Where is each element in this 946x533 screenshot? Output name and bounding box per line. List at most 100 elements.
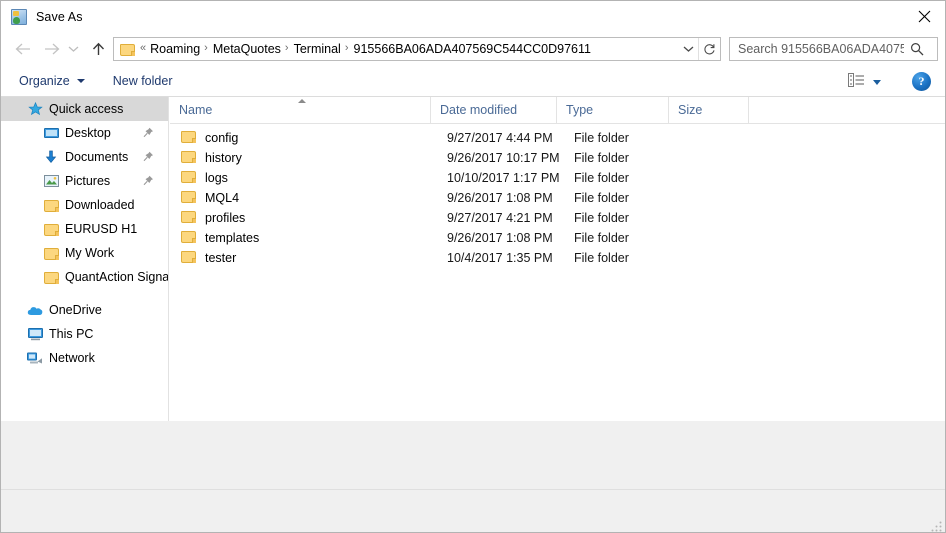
sidebar-item-pictures[interactable]: Pictures — [1, 169, 168, 193]
sidebar-item-quick-access[interactable]: Quick access — [1, 97, 168, 121]
sidebar-item-eurusd-h1[interactable]: EURUSD H1 — [1, 217, 168, 241]
file-name: MQL4 — [205, 191, 240, 205]
search-box[interactable] — [729, 37, 938, 61]
file-name: profiles — [205, 211, 246, 225]
sidebar-item-this-pc[interactable]: This PC — [1, 322, 168, 346]
new-folder-button[interactable]: New folder — [105, 69, 181, 93]
file-date: 9/26/2017 1:08 PM — [447, 231, 553, 245]
table-row[interactable]: history 9/26/2017 10:17 PM File folder — [170, 148, 945, 168]
column-header-label: Name — [179, 103, 213, 117]
file-list: config 9/27/2017 4:44 PM File folder his… — [170, 128, 945, 268]
table-row[interactable]: profiles 9/27/2017 4:21 PM File folder — [170, 208, 945, 228]
close-icon[interactable] — [901, 1, 945, 32]
chevron-down-icon — [76, 79, 85, 83]
sidebar-item-downloaded[interactable]: Downloaded — [1, 193, 168, 217]
file-name: tester — [205, 251, 237, 265]
sidebar-item-label: Documents — [65, 150, 129, 164]
back-icon[interactable] — [10, 36, 34, 62]
file-type: File folder — [574, 231, 629, 245]
sidebar-item-my-work[interactable]: My Work — [1, 241, 168, 265]
file-name: config — [205, 131, 239, 145]
breadcrumb-overflow[interactable]: « — [139, 42, 147, 54]
sort-ascending-icon — [298, 99, 306, 103]
sidebar-item-label: OneDrive — [49, 303, 102, 317]
column-header-name[interactable]: Name — [170, 97, 431, 123]
sidebar-item-label: My Work — [65, 246, 115, 260]
folder-icon — [120, 43, 135, 56]
file-name: logs — [205, 171, 228, 185]
table-row[interactable]: tester 10/4/2017 1:35 PM File folder — [170, 248, 945, 268]
file-type: File folder — [574, 251, 629, 265]
pin-icon[interactable] — [143, 127, 154, 138]
organize-button[interactable]: Organize — [11, 69, 93, 93]
file-list-pane: Name Date modified Type Size config 9/27… — [170, 97, 945, 421]
address-chevron-down-icon[interactable] — [678, 38, 698, 60]
table-row[interactable]: logs 10/10/2017 1:17 PM File folder — [170, 168, 945, 188]
folder-icon — [181, 250, 196, 266]
sidebar-item-label: Quick access — [49, 102, 124, 116]
breadcrumb-item-guid[interactable]: 915566BA06ADA407569C544CC0D97611 — [351, 42, 594, 56]
file-type: File folder — [574, 171, 629, 185]
picture-icon — [43, 173, 59, 189]
save-as-dialog: Save As « Roaming › MetaQuotes › Termina… — [0, 0, 946, 533]
network-icon — [27, 350, 43, 366]
breadcrumb: « Roaming › MetaQuotes › Terminal › 9155… — [139, 42, 678, 56]
forward-icon[interactable] — [40, 36, 64, 62]
folder-icon — [181, 210, 196, 226]
title-bar: Save As — [1, 1, 945, 32]
save-form: File name: Save as type: EURUSD2 ASCII T… — [1, 421, 945, 489]
table-row[interactable]: MQL4 9/26/2017 1:08 PM File folder — [170, 188, 945, 208]
folder-icon — [43, 245, 59, 261]
file-date: 9/26/2017 1:08 PM — [447, 191, 553, 205]
file-date: 9/26/2017 10:17 PM — [447, 151, 560, 165]
sidebar-item-label: Network — [49, 351, 95, 365]
pin-icon[interactable] — [143, 151, 154, 162]
recent-locations-chevron-down-icon[interactable] — [64, 36, 82, 62]
address-bar[interactable]: « Roaming › MetaQuotes › Terminal › 9155… — [113, 37, 721, 61]
breadcrumb-item-metaquotes[interactable]: MetaQuotes — [210, 42, 284, 56]
folder-icon — [181, 150, 196, 166]
sidebar-item-label: QuantAction Signal — [65, 270, 169, 284]
view-options-button[interactable] — [848, 70, 881, 94]
resize-grip[interactable] — [931, 519, 943, 532]
search-input[interactable] — [736, 39, 906, 59]
sidebar-item-label: Pictures — [65, 174, 111, 188]
column-header-size[interactable]: Size — [669, 97, 749, 123]
save-as-app-icon — [11, 8, 27, 25]
up-icon[interactable] — [86, 36, 110, 62]
column-header-label: Type — [566, 103, 594, 117]
breadcrumb-item-terminal[interactable]: Terminal — [291, 42, 344, 56]
pin-icon[interactable] — [143, 175, 154, 186]
file-date: 9/27/2017 4:44 PM — [447, 131, 553, 145]
help-label: ? — [918, 74, 925, 88]
command-bar: Organize New folder ? — [1, 66, 945, 97]
column-header-type[interactable]: Type — [557, 97, 669, 123]
monitor-icon — [43, 125, 59, 141]
cloud-icon — [27, 302, 43, 318]
sidebar-item-onedrive[interactable]: OneDrive — [1, 298, 168, 322]
file-date: 10/10/2017 1:17 PM — [447, 171, 560, 185]
organize-label: Organize — [19, 74, 70, 88]
sidebar-item-network[interactable]: Network — [1, 346, 168, 370]
sidebar-item-label: Desktop — [65, 126, 111, 140]
file-type: File folder — [574, 191, 629, 205]
table-row[interactable]: templates 9/26/2017 1:08 PM File folder — [170, 228, 945, 248]
file-type: File folder — [574, 131, 629, 145]
table-row[interactable]: config 9/27/2017 4:44 PM File folder — [170, 128, 945, 148]
dialog-body: Quick access Desktop Documents Pictures … — [1, 97, 945, 421]
file-name: templates — [205, 231, 260, 245]
search-icon[interactable] — [906, 42, 928, 56]
column-header-date-modified[interactable]: Date modified — [431, 97, 557, 123]
refresh-icon[interactable] — [698, 38, 720, 60]
help-icon[interactable]: ? — [912, 72, 931, 91]
folder-icon — [181, 190, 196, 206]
file-list-header: Name Date modified Type Size — [170, 97, 945, 124]
file-type: File folder — [574, 211, 629, 225]
breadcrumb-item-roaming[interactable]: Roaming — [147, 42, 203, 56]
sidebar-item-label: EURUSD H1 — [65, 222, 138, 236]
sidebar-item-quantaction-signal[interactable]: QuantAction Signal — [1, 265, 168, 289]
sidebar-item-documents[interactable]: Documents — [1, 145, 168, 169]
folder-icon — [43, 221, 59, 237]
sidebar-item-desktop[interactable]: Desktop — [1, 121, 168, 145]
